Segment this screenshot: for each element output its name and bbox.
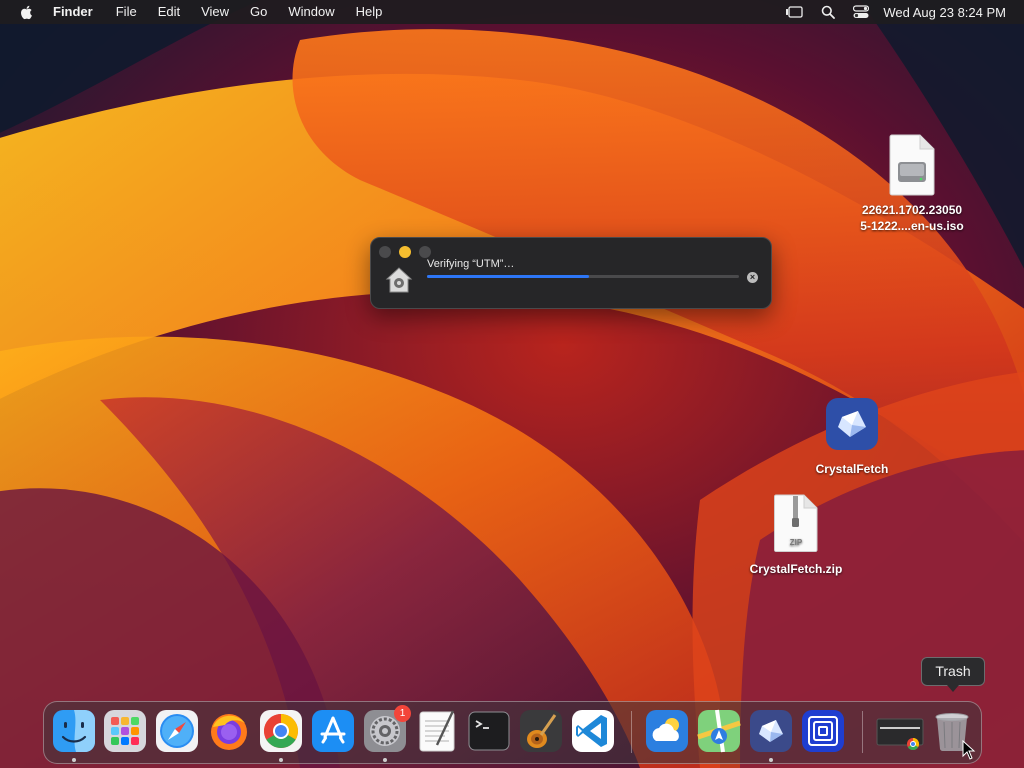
progress-bar-fill — [427, 275, 590, 278]
control-center-icon[interactable] — [853, 5, 870, 19]
dock-separator-trash — [862, 711, 863, 753]
progress-title: Verifying “UTM”… — [427, 258, 515, 270]
notification-badge: 1 — [394, 705, 411, 722]
terminal-icon — [468, 711, 510, 751]
desktop-icon-crystalfetch[interactable]: CrystalFetch — [806, 397, 898, 477]
stage-manager-icon[interactable] — [785, 5, 804, 19]
menu-file[interactable]: File — [116, 0, 137, 24]
desktop-wallpaper — [0, 0, 1024, 768]
dock-crystalfetch[interactable] — [749, 709, 793, 753]
progress-bar — [427, 275, 739, 278]
disk-image-file-icon — [889, 134, 935, 196]
dock-garageband[interactable] — [519, 709, 563, 753]
crystalfetch-dock-icon — [750, 710, 792, 752]
launchpad-icon — [104, 710, 146, 752]
iso-file-name-line1: 22621.1702.23050 — [861, 203, 963, 217]
dock-chrome[interactable] — [259, 709, 303, 753]
weather-icon — [646, 710, 688, 752]
window-close-button[interactable] — [379, 246, 391, 258]
garageband-guitar-icon — [520, 710, 562, 752]
dock-utm[interactable] — [801, 709, 845, 753]
zip-file-label: CrystalFetch.zip — [749, 562, 843, 576]
coretypes-house-icon — [385, 267, 413, 293]
dock-firefox[interactable] — [207, 709, 251, 753]
menu-bar-extras: Wed Aug 23 8:24 PM — [767, 0, 1006, 24]
dock-maps[interactable] — [697, 709, 741, 753]
textedit-icon — [419, 710, 455, 752]
dock-safari[interactable] — [155, 709, 199, 753]
cancel-verify-button[interactable]: × — [747, 272, 758, 283]
finder-running-indicator — [72, 758, 76, 762]
zip-badge-text: ZIP — [790, 538, 803, 547]
spotlight-search-icon[interactable] — [821, 5, 836, 19]
mouse-pointer-icon — [962, 740, 976, 760]
dock-tooltip: Trash — [921, 657, 985, 692]
chrome-icon — [260, 710, 302, 752]
dock-minimized-chrome-window[interactable] — [876, 709, 924, 753]
dock-terminal[interactable] — [467, 709, 511, 753]
utm-icon — [802, 710, 844, 752]
desktop-icon-zip-file[interactable]: ZIP CrystalFetch.zip — [742, 494, 850, 577]
menu-app-name[interactable]: Finder — [53, 0, 93, 24]
menu-bar: Finder File Edit View Go Window Help Wed… — [0, 0, 1024, 24]
vscode-icon — [572, 710, 614, 752]
minimized-window-thumbnail — [876, 718, 924, 751]
crystalfetch-app-icon — [826, 398, 878, 450]
dock-textedit[interactable] — [415, 709, 459, 753]
zip-archive-icon: ZIP — [774, 494, 818, 552]
finder-icon — [53, 710, 95, 752]
dock-vscode[interactable] — [571, 709, 615, 753]
crystalfetch-running-indicator — [769, 758, 773, 762]
verifying-progress-window: Verifying “UTM”… × — [370, 237, 772, 309]
menu-go[interactable]: Go — [250, 0, 267, 24]
dock-launchpad[interactable] — [103, 709, 147, 753]
menu-help[interactable]: Help — [356, 0, 383, 24]
crystalfetch-label: CrystalFetch — [815, 462, 889, 476]
app-store-icon — [312, 710, 354, 752]
dock-weather[interactable] — [645, 709, 689, 753]
desktop-icon-iso-file[interactable]: 22621.1702.23050 5-1222....en-us.iso — [852, 134, 972, 234]
dock-system-settings[interactable]: 1 — [363, 705, 411, 753]
maps-icon — [697, 709, 741, 753]
dock-app-store[interactable] — [311, 709, 355, 753]
dock-finder[interactable] — [52, 709, 96, 753]
menu-view[interactable]: View — [201, 0, 229, 24]
window-zoom-button[interactable] — [419, 246, 431, 258]
apple-logo-icon[interactable] — [19, 4, 35, 20]
dock: 1 — [43, 701, 982, 764]
iso-file-name-line2: 5-1222....en-us.iso — [860, 219, 964, 233]
menu-window[interactable]: Window — [288, 0, 334, 24]
firefox-icon — [211, 714, 247, 750]
dock-separator — [631, 711, 632, 753]
window-minimize-button[interactable] — [399, 246, 411, 258]
system-settings-running-indicator — [383, 758, 387, 762]
menu-clock[interactable]: Wed Aug 23 8:24 PM — [883, 5, 1006, 20]
menu-edit[interactable]: Edit — [158, 0, 180, 24]
chrome-running-indicator — [279, 758, 283, 762]
safari-icon — [156, 710, 198, 752]
